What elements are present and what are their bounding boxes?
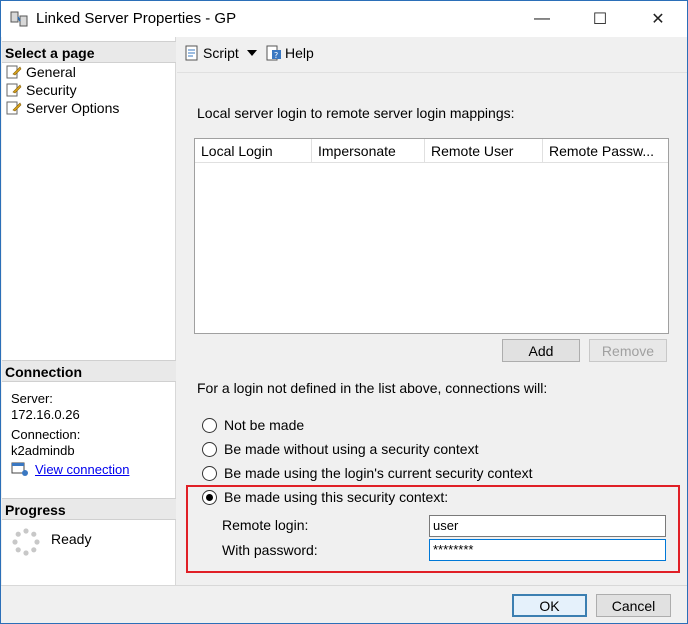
- close-icon: ✕: [651, 11, 665, 28]
- svg-text:?: ?: [274, 51, 278, 60]
- help-label: Help: [285, 45, 314, 61]
- linked-server-icon: [10, 11, 28, 27]
- script-label: Script: [203, 45, 239, 61]
- radio-button-selected[interactable]: [202, 489, 217, 505]
- toolbar: Script ? Help: [177, 37, 687, 73]
- script-icon: [185, 45, 198, 61]
- connection-header: Connection: [2, 360, 176, 382]
- add-button[interactable]: Add: [502, 339, 580, 362]
- option-label: Be made using this security context:: [224, 489, 449, 505]
- title-bar[interactable]: Linked Server Properties - GP — ☐ ✕: [1, 1, 687, 37]
- dialog-footer: OK Cancel: [1, 585, 687, 623]
- linked-server-properties-window: Linked Server Properties - GP — ☐ ✕ Sele…: [0, 0, 688, 624]
- minimize-button[interactable]: —: [519, 1, 565, 37]
- script-button[interactable]: Script: [184, 45, 262, 61]
- column-header-remote-user[interactable]: Remote User: [425, 139, 543, 163]
- password-label: With password:: [222, 542, 318, 558]
- sidebar: Select a page General Security Server Op…: [2, 37, 176, 585]
- radio-button[interactable]: [202, 441, 217, 457]
- ok-button[interactable]: OK: [512, 594, 587, 617]
- progress-spinner-icon: [12, 528, 40, 556]
- view-connection-link[interactable]: View connection: [11, 461, 129, 477]
- maximize-button[interactable]: ☐: [577, 1, 623, 37]
- progress-status: Ready: [51, 531, 92, 547]
- column-header-impersonate[interactable]: Impersonate: [312, 139, 425, 163]
- page-item-server-options[interactable]: Server Options: [5, 99, 119, 117]
- grid-header: Local Login Impersonate Remote User Remo…: [195, 139, 668, 163]
- connection-value: k2admindb: [11, 443, 75, 458]
- remove-button[interactable]: Remove: [589, 339, 667, 362]
- window-title: Linked Server Properties - GP: [36, 10, 237, 27]
- option-not-be-made[interactable]: Not be made: [202, 417, 304, 433]
- cancel-button[interactable]: Cancel: [596, 594, 671, 617]
- minimize-icon: —: [534, 10, 550, 27]
- view-connection-label[interactable]: View connection: [35, 462, 129, 477]
- maximize-icon: ☐: [592, 11, 608, 28]
- page-wrench-icon: [6, 65, 22, 79]
- option-label: Be made without using a security context: [224, 441, 479, 457]
- server-label: Server:: [11, 391, 53, 406]
- radio-button[interactable]: [202, 465, 217, 481]
- page-item-general[interactable]: General: [5, 63, 76, 81]
- progress-header: Progress: [2, 498, 176, 520]
- server-value: 172.16.0.26: [11, 407, 80, 422]
- page-wrench-icon: [6, 83, 22, 97]
- option-without-security-context[interactable]: Be made without using a security context: [202, 441, 478, 457]
- column-header-local-login[interactable]: Local Login: [195, 139, 312, 163]
- dropdown-arrow-icon[interactable]: [245, 48, 259, 58]
- connection-label: Connection:: [11, 427, 81, 442]
- help-button[interactable]: ? Help: [266, 45, 314, 61]
- option-current-security-context[interactable]: Be made using the login's current securi…: [202, 465, 533, 481]
- remote-login-input[interactable]: user: [429, 515, 666, 537]
- page-wrench-icon: [6, 101, 22, 115]
- select-page-header: Select a page: [2, 41, 176, 63]
- login-mappings-grid[interactable]: Local Login Impersonate Remote User Remo…: [194, 138, 669, 334]
- mappings-label: Local server login to remote server logi…: [197, 105, 515, 121]
- password-input[interactable]: ********: [429, 539, 666, 561]
- close-button[interactable]: ✕: [635, 1, 681, 37]
- page-item-security[interactable]: Security: [5, 81, 77, 99]
- radio-button[interactable]: [202, 417, 217, 433]
- option-label: Be made using the login's current securi…: [224, 465, 533, 481]
- help-icon: ?: [266, 45, 281, 61]
- column-header-remote-password[interactable]: Remote Passw...: [543, 139, 668, 163]
- remote-login-label: Remote login:: [222, 517, 309, 533]
- page-item-label: General: [26, 64, 76, 80]
- page-item-label: Security: [26, 82, 77, 98]
- option-this-security-context[interactable]: Be made using this security context:: [202, 489, 448, 505]
- page-item-label: Server Options: [26, 100, 120, 116]
- security-page: Local server login to remote server logi…: [177, 73, 687, 585]
- connection-properties-icon: [11, 462, 28, 476]
- undefined-login-label: For a login not defined in the list abov…: [197, 380, 548, 396]
- option-label: Not be made: [224, 417, 305, 433]
